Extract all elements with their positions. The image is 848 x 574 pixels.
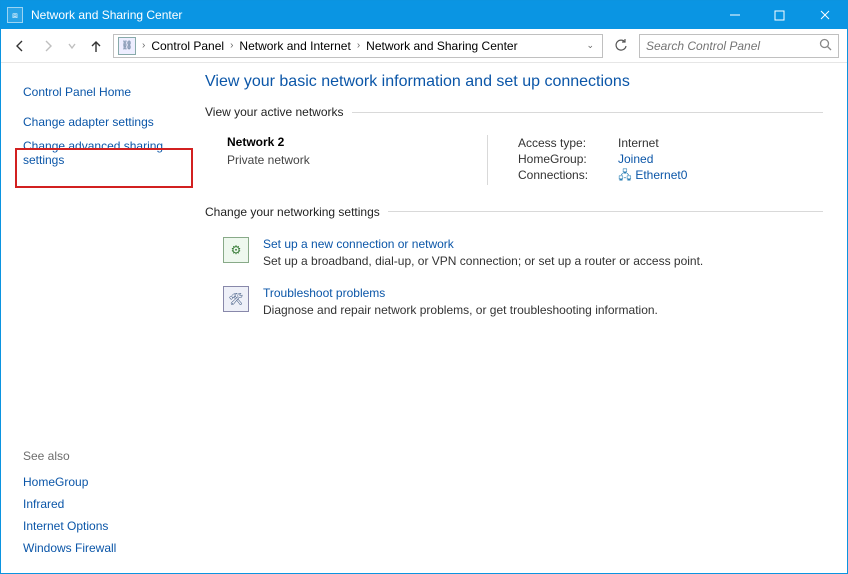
change-adapter-settings-link[interactable]: Change adapter settings	[23, 111, 189, 133]
window-title: Network and Sharing Center	[31, 8, 712, 22]
access-type-value: Internet	[618, 136, 659, 150]
homegroup-link[interactable]: HomeGroup	[23, 471, 116, 493]
network-sharing-icon: ⛓	[118, 37, 136, 55]
setup-connection-icon: ⚙	[223, 237, 249, 263]
troubleshoot-title: Troubleshoot problems	[263, 286, 658, 300]
minimize-button[interactable]	[712, 1, 757, 29]
active-network-block: Network 2 Private network Access type: I…	[205, 129, 823, 199]
see-also-heading: See also	[23, 443, 116, 471]
app-icon: ⧈	[7, 7, 23, 23]
setup-connection-option[interactable]: ⚙ Set up a new connection or network Set…	[205, 229, 823, 278]
refresh-button[interactable]	[609, 34, 633, 58]
network-name: Network 2	[227, 135, 487, 149]
troubleshoot-icon: 🛠	[223, 286, 249, 312]
change-settings-heading: Change your networking settings	[205, 205, 380, 219]
search-icon	[819, 38, 832, 54]
connections-label: Connections:	[518, 168, 608, 184]
nav-forward-button[interactable]	[37, 35, 59, 57]
breadcrumb-item[interactable]: Network and Sharing Center	[366, 39, 517, 53]
nav-recent-dropdown[interactable]	[65, 35, 79, 57]
close-button[interactable]	[802, 1, 847, 29]
breadcrumb-item[interactable]: Network and Internet	[239, 39, 350, 53]
maximize-button[interactable]	[757, 1, 802, 29]
nav-up-button[interactable]	[85, 35, 107, 57]
nav-back-button[interactable]	[9, 35, 31, 57]
troubleshoot-option[interactable]: 🛠 Troubleshoot problems Diagnose and rep…	[205, 278, 823, 327]
change-advanced-sharing-link[interactable]: Change advanced sharing settings	[23, 135, 189, 171]
windows-firewall-link[interactable]: Windows Firewall	[23, 537, 116, 559]
search-input[interactable]	[646, 39, 813, 53]
page-title: View your basic network information and …	[205, 73, 823, 91]
troubleshoot-desc: Diagnose and repair network problems, or…	[263, 300, 658, 317]
breadcrumb[interactable]: ⛓ › Control Panel › Network and Internet…	[113, 34, 603, 58]
chevron-right-icon: ›	[142, 40, 145, 51]
homegroup-label: HomeGroup:	[518, 152, 608, 166]
ethernet-icon: 🖧	[618, 170, 632, 184]
chevron-right-icon: ›	[230, 40, 233, 51]
sidebar: Control Panel Home Change adapter settin…	[1, 63, 201, 573]
setup-connection-title: Set up a new connection or network	[263, 237, 703, 251]
homegroup-value-link[interactable]: Joined	[618, 152, 653, 166]
access-type-label: Access type:	[518, 136, 608, 150]
address-bar: ⛓ › Control Panel › Network and Internet…	[1, 29, 847, 63]
infrared-link[interactable]: Infrared	[23, 493, 116, 515]
setup-connection-desc: Set up a broadband, dial-up, or VPN conn…	[263, 251, 703, 268]
control-panel-home-link[interactable]: Control Panel Home	[23, 81, 189, 109]
connection-link[interactable]: Ethernet0	[635, 168, 687, 182]
network-type: Private network	[227, 149, 487, 167]
breadcrumb-dropdown-icon[interactable]: ⌄	[582, 40, 598, 51]
breadcrumb-item[interactable]: Control Panel	[151, 39, 224, 53]
internet-options-link[interactable]: Internet Options	[23, 515, 116, 537]
chevron-right-icon: ›	[357, 40, 360, 51]
main-panel: View your basic network information and …	[201, 63, 847, 573]
active-networks-heading: View your active networks	[205, 105, 344, 119]
title-bar: ⧈ Network and Sharing Center	[1, 1, 847, 29]
search-box[interactable]	[639, 34, 839, 58]
